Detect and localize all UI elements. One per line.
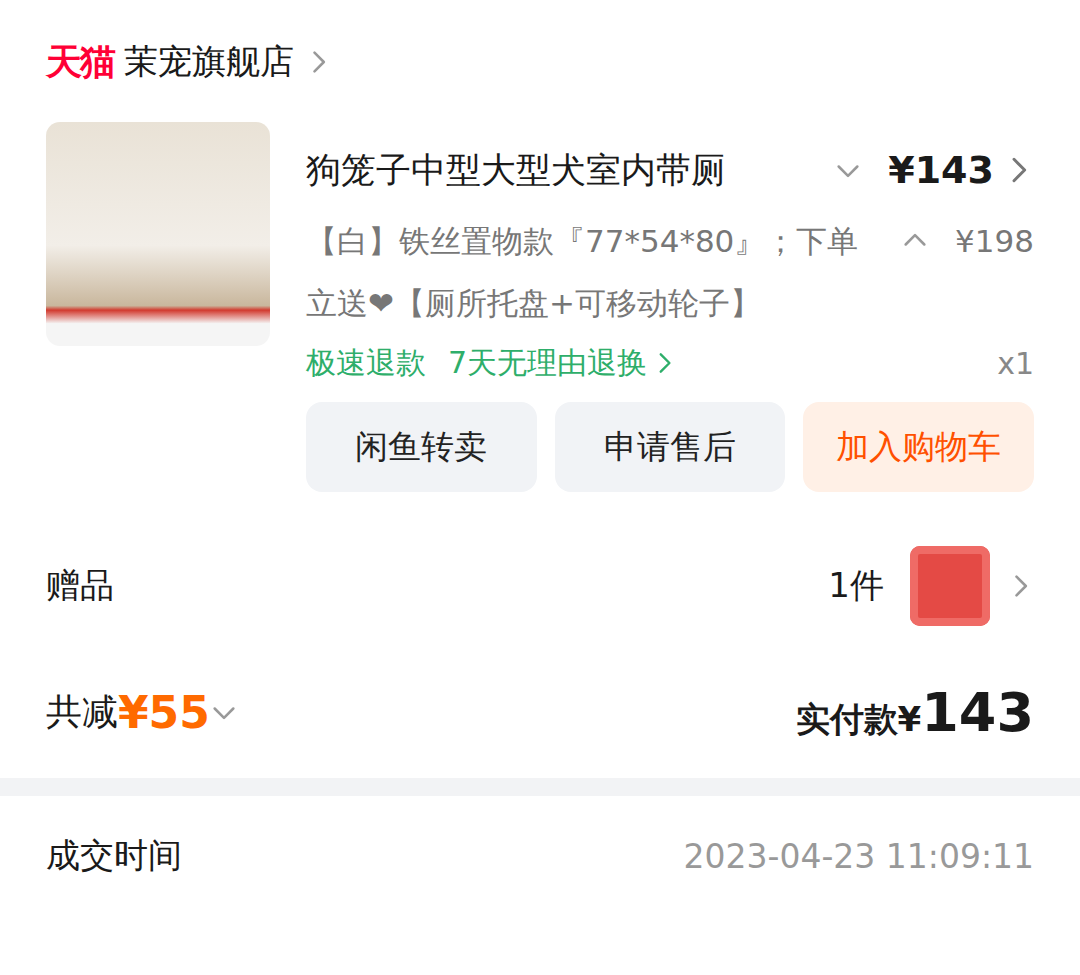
action-button[interactable]: 加入购物车 — [803, 402, 1034, 492]
deal-time-row: 成交时间 2023-04-23 11:09:11 — [46, 816, 1034, 896]
product-image[interactable] — [46, 122, 270, 346]
paid-amount: 实付款¥143 — [796, 681, 1034, 744]
order-page: 天猫茉宠旗舰店狗笼子中型大型犬室内带厕 ¥143 【白】铁丝置物款『77*54*80… — [0, 0, 1080, 975]
summary-row: 共减¥55 实付款¥143 — [46, 672, 1034, 752]
title-row: 狗笼子中型大型犬室内带厕 ¥143 — [306, 142, 1034, 198]
product-title[interactable]: 狗笼子中型大型犬室内带厕 — [306, 147, 826, 194]
gift-image — [910, 546, 990, 626]
chevron-up-icon — [901, 227, 929, 255]
original-price: ¥198 — [955, 210, 1034, 272]
action-button[interactable]: 闲鱼转卖 — [306, 402, 537, 492]
product-info: 狗笼子中型大型犬室内带厕 ¥143 【白】铁丝置物款『77*54*80』；下单立送❤… — [306, 122, 1034, 492]
deal-time-label: 成交时间 — [46, 833, 182, 879]
gift-row[interactable]: 赠品 1件 — [46, 541, 1034, 631]
product-price: ¥143 — [888, 148, 994, 192]
quantity: x1 — [997, 346, 1034, 381]
discount-label: 共减 — [46, 688, 118, 737]
tmall-logo: 天猫 — [46, 38, 114, 87]
chevron-right-icon — [651, 350, 677, 376]
discount-amount[interactable]: ¥55 — [118, 687, 210, 738]
chevron-right-icon — [304, 48, 332, 76]
section-divider — [0, 778, 1080, 796]
deal-info: 成交时间 2023-04-23 11:09:11 — [0, 796, 1080, 896]
chevron-right-icon — [1002, 154, 1034, 186]
action-buttons: 闲鱼转卖申请售后加入购物车 — [306, 402, 1034, 492]
store-name[interactable]: 茉宠旗舰店 — [124, 39, 294, 85]
service-tag[interactable]: 7天无理由退换 — [448, 343, 677, 384]
product-row[interactable]: 狗笼子中型大型犬室内带厕 ¥143 【白】铁丝置物款『77*54*80』；下单立送❤… — [46, 122, 1034, 492]
service-tag: 极速退款 — [306, 343, 426, 384]
gift-count: 1件 — [828, 563, 884, 609]
spec-row: 【白】铁丝置物款『77*54*80』；下单立送❤【厕所托盘+可移动轮子】 ¥198 — [306, 210, 1034, 334]
service-row: 极速退款 7天无理由退换 x1 — [306, 338, 1034, 388]
deal-time-value: 2023-04-23 11:09:11 — [684, 837, 1034, 876]
order-card: 天猫茉宠旗舰店狗笼子中型大型犬室内带厕 ¥143 【白】铁丝置物款『77*54*80… — [0, 0, 1080, 752]
chevron-down-icon — [210, 698, 238, 726]
store-header[interactable]: 天猫茉宠旗舰店 — [46, 36, 1034, 88]
gift-label: 赠品 — [46, 563, 114, 609]
action-button[interactable]: 申请售后 — [555, 402, 786, 492]
product-spec: 【白】铁丝置物款『77*54*80』；下单立送❤【厕所托盘+可移动轮子】 — [306, 210, 889, 334]
chevron-down-icon — [834, 156, 862, 184]
chevron-right-icon — [1006, 572, 1034, 600]
